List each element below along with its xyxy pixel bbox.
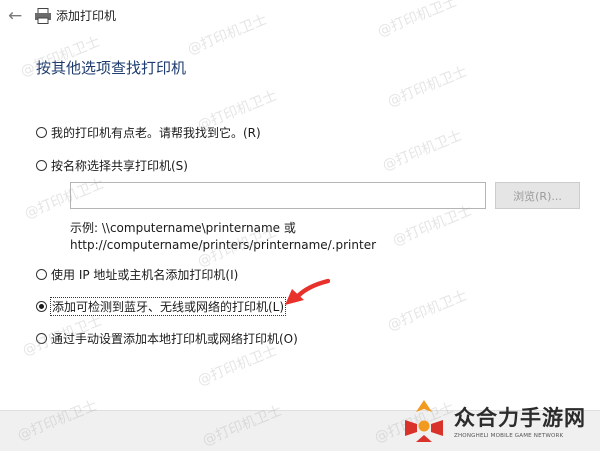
option-ip-or-hostname[interactable]: 使用 IP 地址或主机名添加打印机(I) bbox=[36, 265, 238, 283]
page-heading: 按其他选项查找打印机 bbox=[36, 59, 187, 77]
radio-button[interactable] bbox=[36, 159, 47, 171]
option-label: 通过手动设置添加本地打印机或网络打印机(O) bbox=[51, 331, 298, 346]
title-bar: ← 添加打印机 bbox=[0, 0, 600, 34]
printer-icon bbox=[35, 8, 51, 24]
brand-subtitle: ZHONGHELI MOBILE GAME NETWORK bbox=[454, 433, 564, 439]
shared-printer-name-input[interactable] bbox=[70, 182, 486, 209]
watermark: @打印机卫士 bbox=[385, 63, 470, 111]
radio-button[interactable] bbox=[36, 268, 47, 280]
example-hint: 示例: \\computername\printername 或 http://… bbox=[70, 220, 376, 254]
option-label: 使用 IP 地址或主机名添加打印机(I) bbox=[51, 267, 239, 282]
radio-button-selected[interactable] bbox=[36, 300, 47, 312]
option-shared-printer-by-name[interactable]: 按名称选择共享打印机(S) bbox=[36, 156, 188, 174]
option-label: 按名称选择共享打印机(S) bbox=[51, 158, 188, 173]
browse-button[interactable]: 浏览(R)... bbox=[495, 182, 580, 209]
watermark: @打印机卫士 bbox=[385, 287, 470, 335]
watermark: @打印机卫士 bbox=[195, 342, 280, 390]
window-title: 添加打印机 bbox=[56, 9, 117, 23]
watermark: @打印机卫士 bbox=[380, 127, 465, 175]
radio-button[interactable] bbox=[36, 332, 47, 344]
option-label: 添加可检测到蓝牙、无线或网络的打印机(L) bbox=[49, 296, 287, 316]
option-old-printer[interactable]: 我的打印机有点老。请帮我找到它。(R) bbox=[36, 123, 261, 141]
red-arrow-annotation bbox=[285, 278, 330, 305]
back-arrow-icon[interactable]: ← bbox=[8, 7, 22, 25]
brand-name: 众合力手游网 bbox=[454, 406, 586, 430]
option-manual-local-or-network[interactable]: 通过手动设置添加本地打印机或网络打印机(O) bbox=[36, 329, 298, 347]
option-bluetooth-wireless-network[interactable]: 添加可检测到蓝牙、无线或网络的打印机(L) bbox=[36, 296, 287, 316]
example-line: 示例: \\computername\printername 或 bbox=[70, 221, 296, 235]
radio-button[interactable] bbox=[36, 126, 47, 138]
option-label: 我的打印机有点老。请帮我找到它。(R) bbox=[51, 125, 261, 140]
example-line: http://computername/printers/printername… bbox=[70, 238, 377, 252]
brand-logo-icon bbox=[405, 400, 443, 442]
